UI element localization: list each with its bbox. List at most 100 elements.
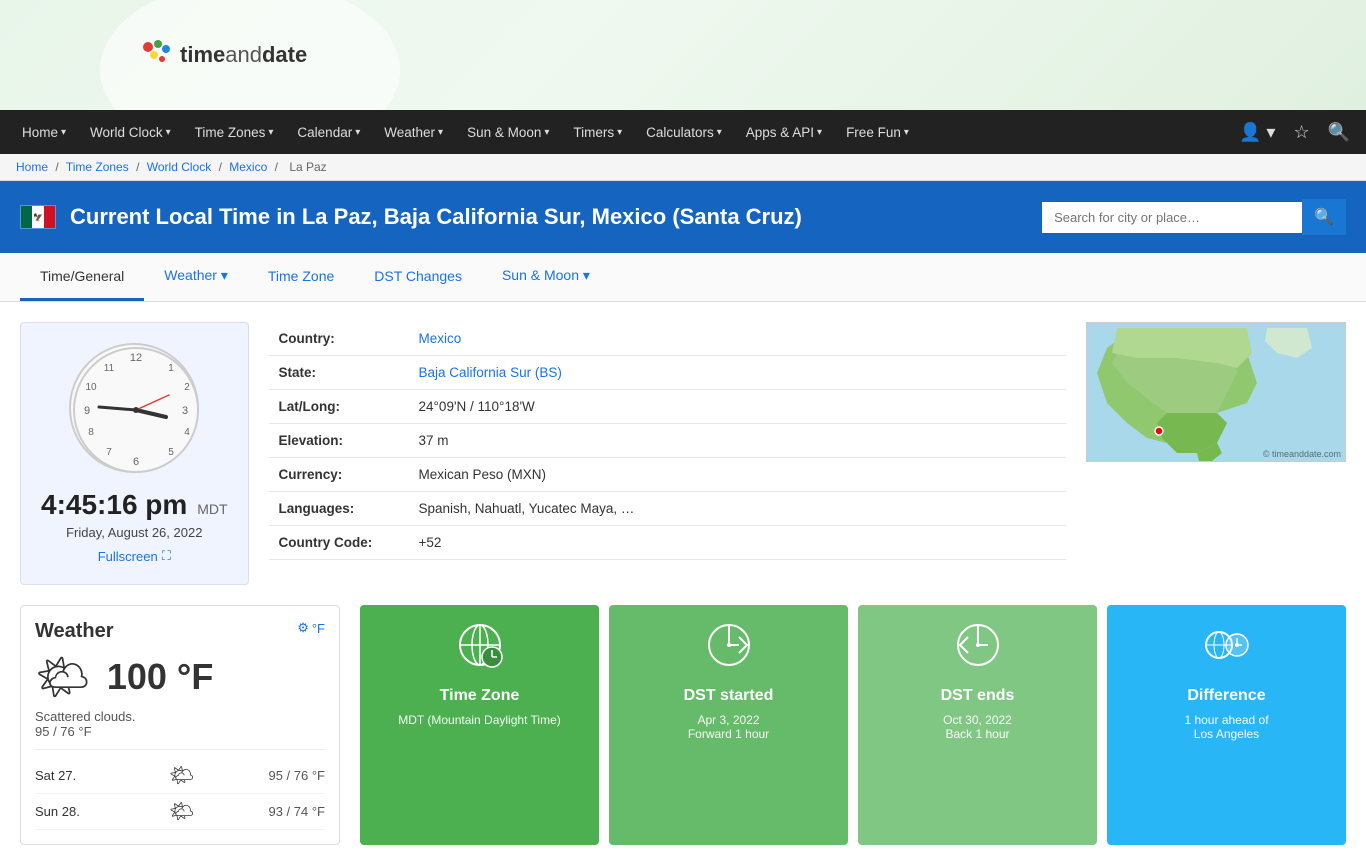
breadcrumb: Home / Time Zones / World Clock / Mexico…	[0, 154, 1366, 181]
search-icon[interactable]: 🔍	[1322, 116, 1356, 149]
breadcrumb-world-clock[interactable]: World Clock	[147, 160, 211, 174]
card-dst-ends-title: DST ends	[941, 687, 1015, 705]
logo-text: timeanddate	[180, 42, 307, 68]
gear-icon: ⚙	[297, 620, 309, 636]
svg-text:6: 6	[133, 456, 139, 468]
forecast-row: Sat 27. 🌤 95 / 76 °F	[35, 758, 325, 794]
map-image: © timeanddate.com	[1086, 322, 1346, 462]
forecast-row: Sun 28. 🌤 93 / 74 °F	[35, 794, 325, 830]
table-row: Lat/Long: 24°09'N / 110°18'W	[269, 390, 1066, 424]
card-dst-started-title: DST started	[684, 687, 774, 705]
dst-ends-icon	[954, 621, 1002, 679]
card-difference-title: Difference	[1187, 687, 1265, 705]
page-title: Current Local Time in La Paz, Baja Calif…	[70, 203, 802, 232]
forecast-range: 93 / 74 °F	[268, 804, 325, 819]
dst-started-icon	[705, 621, 753, 679]
tab-time-zone[interactable]: Time Zone	[248, 253, 354, 301]
svg-text:2: 2	[184, 382, 190, 393]
clock-panel: 12 3 6 9 1 2 4 5 7 8 10 11	[20, 322, 249, 585]
table-row: Country: Mexico	[269, 322, 1066, 356]
main-content: 12 3 6 9 1 2 4 5 7 8 10 11	[0, 302, 1366, 605]
map-panel: © timeanddate.com	[1086, 322, 1346, 585]
svg-text:4: 4	[184, 427, 190, 438]
fullscreen-icon: ⛶	[162, 548, 171, 564]
nav-sun-moon[interactable]: Sun & Moon ▾	[455, 110, 561, 154]
table-row: Elevation: 37 m	[269, 424, 1066, 458]
nav-icons: 👤 ▾ ☆ 🔍	[1233, 116, 1356, 149]
logo-icon	[140, 39, 172, 72]
mexico-flag: 🦅	[20, 205, 56, 229]
nav-timers[interactable]: Timers ▾	[561, 110, 634, 154]
svg-text:9: 9	[84, 405, 90, 417]
weather-range: 95 / 76 °F	[35, 724, 325, 739]
svg-text:1: 1	[168, 363, 174, 374]
sub-tabs: Time/General Weather ▾ Time Zone DST Cha…	[0, 253, 1366, 302]
breadcrumb-current: La Paz	[289, 160, 326, 174]
forecast-day: Sat 27.	[35, 768, 95, 783]
nav-free-fun[interactable]: Free Fun ▾	[834, 110, 921, 154]
share-icon[interactable]: ☆	[1287, 116, 1315, 149]
time-display: 4:45:16 pm MDT	[41, 489, 228, 521]
weather-title: Weather	[35, 620, 114, 643]
card-dst-ends[interactable]: DST ends Oct 30, 2022Back 1 hour	[858, 605, 1097, 845]
search-input[interactable]	[1042, 202, 1302, 233]
page-header: 🦅 Current Local Time in La Paz, Baja Cal…	[0, 181, 1366, 253]
nav-time-zones[interactable]: Time Zones ▾	[183, 110, 286, 154]
card-dst-started-subtitle: Apr 3, 2022Forward 1 hour	[688, 713, 769, 741]
table-row: Currency: Mexican Peso (MXN)	[269, 458, 1066, 492]
weather-temperature: 100 °F	[107, 656, 213, 698]
cards-container: Time Zone MDT (Mountain Daylight Time) D…	[360, 605, 1346, 845]
weather-unit-toggle[interactable]: ⚙ °F	[297, 620, 325, 636]
nav-weather[interactable]: Weather ▾	[372, 110, 455, 154]
weather-panel: Weather ⚙ °F 🌤 100 °F Scattered clouds. …	[20, 605, 340, 845]
table-row: State: Baja California Sur (BS)	[269, 356, 1066, 390]
forecast-icon: 🌤	[169, 763, 194, 788]
difference-icon	[1203, 621, 1251, 679]
timezone-icon	[456, 621, 504, 679]
card-dst-started[interactable]: DST started Apr 3, 2022Forward 1 hour	[609, 605, 848, 845]
bottom-section: Weather ⚙ °F 🌤 100 °F Scattered clouds. …	[0, 605, 1366, 865]
card-difference[interactable]: Difference 1 hour ahead ofLos Angeles	[1107, 605, 1346, 845]
weather-icon: 🌤	[35, 653, 91, 702]
card-timezone-title: Time Zone	[440, 687, 520, 705]
weather-description: Scattered clouds.	[35, 709, 325, 724]
location-info-table: Country: Mexico State: Baja California S…	[269, 322, 1066, 560]
svg-text:5: 5	[168, 447, 174, 458]
map-watermark: © timeanddate.com	[1263, 449, 1341, 459]
weather-forecast: Sat 27. 🌤 95 / 76 °F Sun 28. 🌤 93 / 74 °…	[35, 749, 325, 830]
breadcrumb-mexico[interactable]: Mexico	[229, 160, 267, 174]
top-banner: timeanddate	[0, 0, 1366, 110]
tab-time-general[interactable]: Time/General	[20, 253, 144, 301]
state-link[interactable]: Baja California Sur (BS)	[419, 365, 562, 380]
svg-text:3: 3	[182, 405, 188, 417]
breadcrumb-time-zones[interactable]: Time Zones	[66, 160, 129, 174]
nav-apps-api[interactable]: Apps & API ▾	[734, 110, 834, 154]
nav-world-clock[interactable]: World Clock ▾	[78, 110, 183, 154]
logo[interactable]: timeanddate	[140, 39, 307, 72]
nav-calculators[interactable]: Calculators ▾	[634, 110, 734, 154]
tab-weather[interactable]: Weather ▾	[144, 253, 248, 301]
search-button[interactable]: 🔍	[1302, 199, 1346, 235]
weather-header: Weather ⚙ °F	[35, 620, 325, 643]
country-link[interactable]: Mexico	[419, 331, 462, 346]
fullscreen-link[interactable]: Fullscreen ⛶	[98, 548, 171, 564]
nav-calendar[interactable]: Calendar ▾	[285, 110, 372, 154]
clock-svg: 12 3 6 9 1 2 4 5 7 8 10 11	[71, 345, 201, 475]
main-nav: Home ▾ World Clock ▾ Time Zones ▾ Calend…	[0, 110, 1366, 154]
tab-sun-moon[interactable]: Sun & Moon ▾	[482, 253, 610, 301]
svg-text:8: 8	[88, 427, 94, 438]
tab-dst-changes[interactable]: DST Changes	[354, 253, 482, 301]
weather-current: 🌤 100 °F	[35, 651, 325, 703]
forecast-range: 95 / 76 °F	[268, 768, 325, 783]
clock-face: 12 3 6 9 1 2 4 5 7 8 10 11	[69, 343, 199, 473]
account-icon[interactable]: 👤 ▾	[1233, 116, 1281, 149]
weather-temp-desc: 100 °F	[107, 656, 213, 698]
map-svg	[1087, 323, 1346, 462]
svg-text:10: 10	[86, 382, 98, 393]
nav-home[interactable]: Home ▾	[10, 110, 78, 154]
breadcrumb-home[interactable]: Home	[16, 160, 48, 174]
card-timezone[interactable]: Time Zone MDT (Mountain Daylight Time)	[360, 605, 599, 845]
svg-text:12: 12	[130, 352, 142, 364]
weather-icon-container: 🌤	[35, 651, 91, 703]
card-timezone-subtitle: MDT (Mountain Daylight Time)	[398, 713, 561, 727]
